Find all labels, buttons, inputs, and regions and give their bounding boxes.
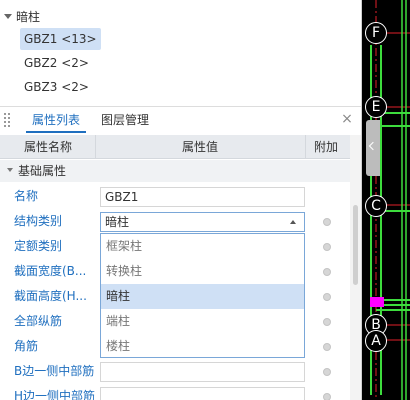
header-extra: 附加	[314, 140, 339, 154]
axis-marker-e: E	[365, 96, 387, 118]
property-name: 名称	[14, 189, 39, 203]
table-header: 属性名称 属性值 附加	[0, 135, 350, 159]
property-name: 定额类别	[14, 239, 63, 253]
extra-checkbox[interactable]	[323, 268, 331, 276]
tree-item-gbz3[interactable]: GBZ3 <2>	[20, 76, 93, 98]
axis-marker-a: A	[365, 330, 387, 352]
caret-down-icon[interactable]	[7, 168, 13, 172]
property-name: 全部纵筋	[14, 314, 63, 328]
header-property-value: 属性值	[182, 140, 219, 154]
drawing-canvas[interactable]: F E C B A	[362, 0, 410, 400]
extra-checkbox[interactable]	[323, 218, 331, 226]
tab-property-list[interactable]: 属性列表	[26, 107, 87, 133]
extra-checkbox[interactable]	[323, 318, 331, 326]
property-name: 截面宽度(B...	[14, 264, 87, 278]
dropdown-option-selected[interactable]: 暗柱	[101, 284, 304, 309]
tree-item-gbz2[interactable]: GBZ2 <2>	[20, 52, 93, 74]
group-label: 基础属性	[18, 164, 67, 178]
header-property-name: 属性名称	[24, 140, 73, 154]
component-tree: 暗柱 GBZ1 <13> GBZ2 <2> GBZ3 <2>	[0, 0, 362, 103]
structure-type-select[interactable]: 暗柱	[100, 212, 305, 232]
axis-marker-c: C	[365, 195, 387, 217]
header-divider	[95, 135, 96, 159]
extra-checkbox[interactable]	[323, 243, 331, 251]
tree-root-node[interactable]: 暗柱	[4, 8, 40, 25]
structure-type-dropdown: 框架柱 转换柱 暗柱 端柱 楼柱	[100, 233, 305, 358]
collapse-panel-button[interactable]	[366, 120, 380, 176]
property-name: 结构类别	[14, 214, 63, 228]
tree-item-gbz1[interactable]: GBZ1 <13>	[20, 28, 101, 50]
tab-layer-management[interactable]: 图层管理	[95, 107, 155, 133]
dropdown-option[interactable]: 转换柱	[101, 259, 304, 284]
scrollbar-thumb[interactable]	[353, 205, 358, 285]
caret-up-icon[interactable]	[290, 220, 296, 224]
table-row: H边一侧中部筋	[0, 384, 350, 400]
property-name: H边一侧中部筋	[14, 389, 96, 400]
chevron-left-icon	[368, 141, 378, 151]
extra-checkbox[interactable]	[323, 393, 331, 400]
table-row: 结构类别 暗柱	[0, 209, 350, 234]
group-basic-properties[interactable]: 基础属性	[0, 160, 350, 182]
select-value: 暗柱	[105, 215, 130, 229]
close-icon[interactable]: ×	[340, 111, 354, 127]
axis-marker-f: F	[365, 22, 387, 44]
extra-checkbox[interactable]	[323, 368, 331, 376]
property-name: 角筋	[14, 339, 39, 353]
table-row: 名称 GBZ1	[0, 184, 350, 209]
tree-root-label: 暗柱	[16, 10, 41, 24]
property-value-input[interactable]	[100, 362, 305, 382]
table-row: B边一侧中部筋	[0, 359, 350, 384]
drag-handle-icon[interactable]	[4, 113, 12, 127]
header-divider	[305, 135, 306, 159]
dropdown-option[interactable]: 框架柱	[101, 234, 304, 259]
property-value-input[interactable]	[100, 387, 305, 400]
property-name: 截面高度(H...	[14, 289, 87, 303]
properties-panel: 暗柱 GBZ1 <13> GBZ2 <2> GBZ3 <2> 属性列表 图层管理…	[0, 0, 362, 400]
app-window: 暗柱 GBZ1 <13> GBZ2 <2> GBZ3 <2> 属性列表 图层管理…	[0, 0, 410, 400]
extra-checkbox[interactable]	[323, 343, 331, 351]
dropdown-option[interactable]: 楼柱	[101, 334, 304, 359]
panel-tabs: 属性列表 图层管理 ×	[0, 106, 362, 133]
extra-checkbox[interactable]	[323, 293, 331, 301]
property-value-input[interactable]: GBZ1	[100, 187, 305, 207]
property-name: B边一侧中部筋	[14, 364, 95, 378]
caret-down-icon[interactable]	[4, 14, 12, 19]
dropdown-option[interactable]: 端柱	[101, 309, 304, 334]
